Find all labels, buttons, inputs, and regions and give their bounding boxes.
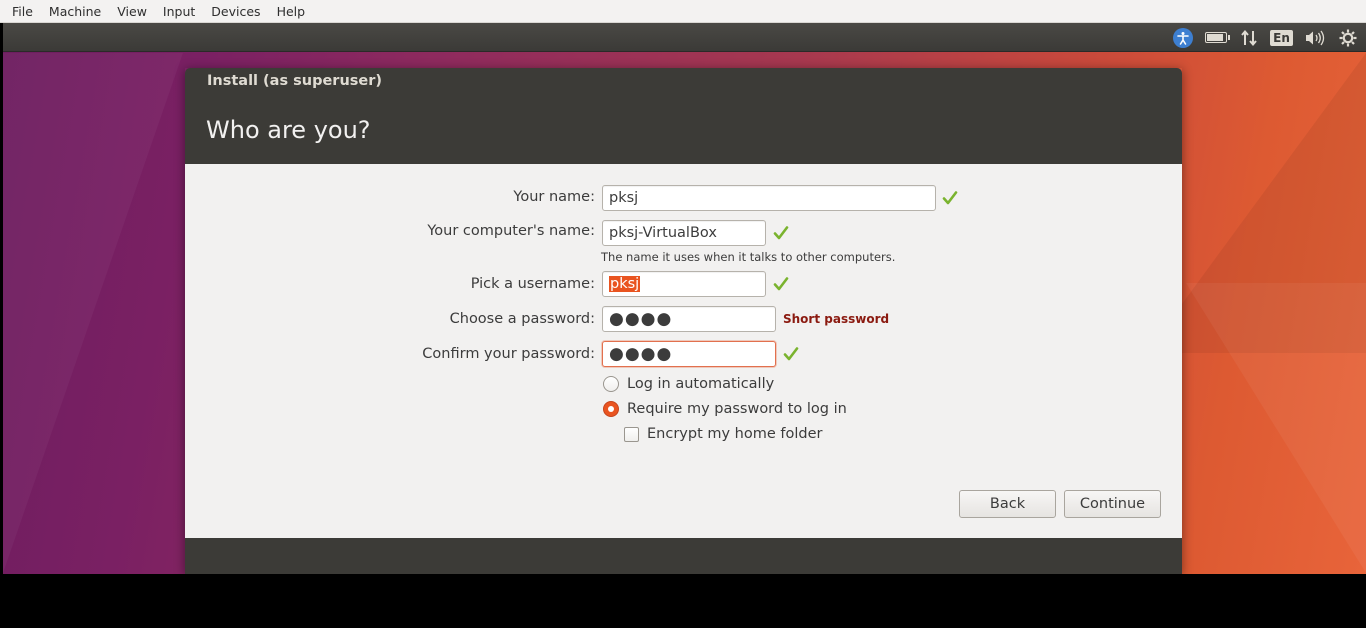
require-password-radio[interactable] — [603, 401, 619, 417]
username-field[interactable]: pksj — [602, 271, 766, 297]
ubuntu-top-panel: En — [3, 23, 1366, 52]
host-menubar: File Machine View Input Devices Help — [0, 0, 1366, 23]
page-heading: Who are you? — [206, 116, 371, 144]
confirm-valid-check-icon — [783, 347, 799, 361]
your-name-field[interactable]: pksj — [602, 185, 936, 211]
continue-button[interactable]: Continue — [1064, 490, 1161, 518]
login-automatically-label: Log in automatically — [627, 376, 775, 392]
your-name-label: Your name: — [513, 189, 595, 205]
battery-icon[interactable] — [1201, 23, 1230, 52]
accessibility-icon[interactable] — [1168, 23, 1197, 52]
volume-icon[interactable] — [1300, 23, 1329, 52]
require-password-label: Require my password to log in — [627, 401, 847, 417]
menu-file[interactable]: File — [4, 0, 41, 23]
password-strength-warning: Short password — [783, 312, 890, 326]
keyboard-language-icon[interactable]: En — [1267, 23, 1296, 52]
language-code: En — [1270, 29, 1293, 46]
menu-help[interactable]: Help — [269, 0, 314, 23]
guest-desktop: En Install (as superuser) Who are you? Y… — [3, 23, 1366, 574]
menu-machine[interactable]: Machine — [41, 0, 109, 23]
menu-view[interactable]: View — [109, 0, 155, 23]
encrypt-home-checkbox[interactable] — [624, 426, 639, 442]
login-automatically-radio[interactable] — [603, 376, 619, 392]
network-icon[interactable] — [1234, 23, 1263, 52]
user-form: Your name: pksj Your computer's name: pk… — [185, 164, 1182, 538]
computer-name-hint: The name it uses when it talks to other … — [601, 250, 896, 264]
indicator-area: En — [1168, 23, 1362, 52]
menu-devices[interactable]: Devices — [203, 0, 268, 23]
require-password-option[interactable]: Require my password to log in — [603, 401, 847, 417]
encrypt-home-option[interactable]: Encrypt my home folder — [624, 426, 823, 442]
menu-input[interactable]: Input — [155, 0, 203, 23]
wallpaper-facet — [1186, 283, 1366, 573]
name-valid-check-icon — [942, 191, 958, 205]
password-label: Choose a password: — [449, 311, 595, 327]
login-automatically-option[interactable]: Log in automatically — [603, 376, 774, 392]
computer-name-label: Your computer's name: — [427, 223, 595, 239]
username-label: Pick a username: — [470, 276, 595, 292]
password-field[interactable]: ●●●● — [602, 306, 776, 332]
computer-name-field[interactable]: pksj-VirtualBox — [602, 220, 766, 246]
username-selected-text: pksj — [609, 276, 641, 292]
window-titlebar: Install (as superuser) Who are you? — [185, 68, 1182, 164]
system-gear-icon[interactable] — [1333, 23, 1362, 52]
confirm-password-label: Confirm your password: — [422, 346, 595, 362]
username-valid-check-icon — [773, 277, 789, 291]
wallpaper-facet — [3, 53, 183, 573]
window-title: Install (as superuser) — [207, 73, 383, 89]
encrypt-home-label: Encrypt my home folder — [647, 426, 823, 442]
confirm-password-field[interactable]: ●●●● — [602, 341, 776, 367]
installer-footer-bar — [185, 538, 1182, 574]
computer-name-valid-check-icon — [773, 226, 789, 240]
installer-window: Install (as superuser) Who are you? Your… — [185, 68, 1182, 574]
back-button[interactable]: Back — [959, 490, 1056, 518]
